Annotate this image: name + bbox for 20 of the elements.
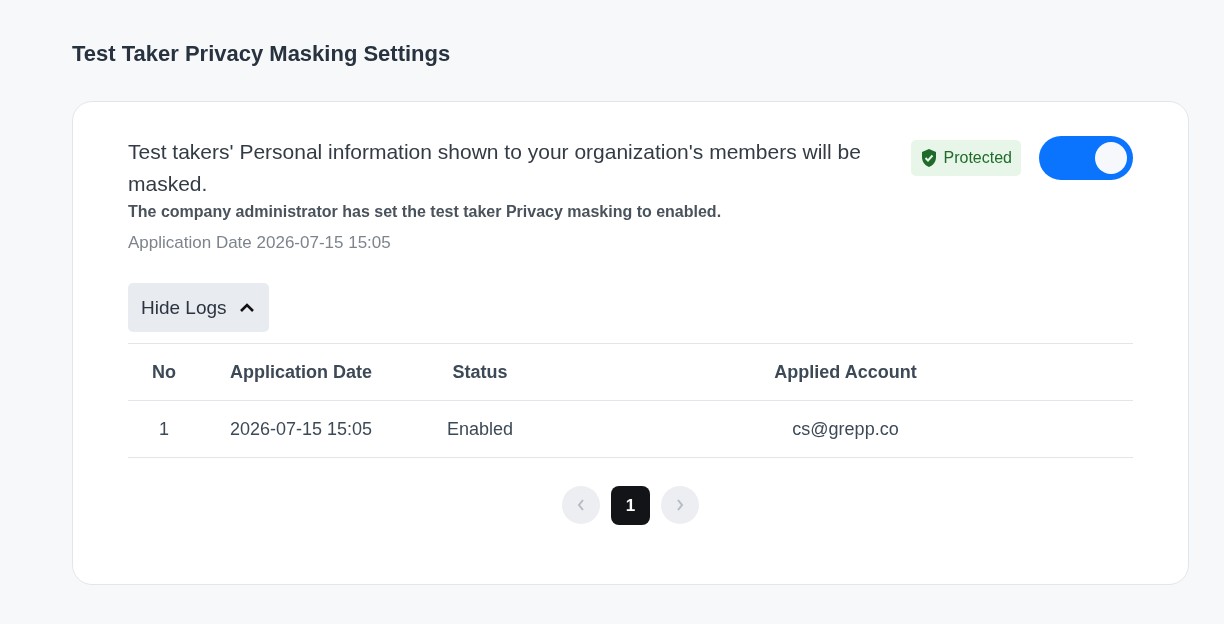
shield-check-icon — [920, 149, 937, 167]
column-header: Applied Account — [558, 343, 1133, 401]
column-header: Application Date — [200, 343, 402, 401]
chevron-right-icon — [675, 498, 685, 512]
table-cell: 2026-07-15 15:05 — [200, 400, 402, 458]
toggle-switch[interactable] — [1039, 136, 1133, 180]
caret-icon — [238, 302, 255, 313]
hide-logs-button[interactable]: Hide Logs — [128, 283, 269, 332]
setting-heading: Test takers' Personal information shown to your organization's members will be masked. — [128, 139, 862, 197]
table-cell: 1 — [128, 400, 200, 458]
application-date: Application Date 2026-07-15 15:05 — [128, 233, 392, 253]
setting-description: The company administrator has set the test taker Privacy masking to enabled. — [128, 203, 723, 221]
page-title: Test Taker Privacy Masking Settings — [72, 40, 452, 68]
table-cell: Enabled — [402, 400, 558, 458]
table-cell: cs@grepp.co — [558, 400, 1133, 458]
badge-label: Protected — [943, 149, 1012, 167]
column-header: No — [128, 343, 200, 401]
column-header: Status — [402, 343, 558, 401]
chevron-left-icon — [576, 498, 586, 512]
page-number[interactable]: 1 — [611, 486, 650, 525]
